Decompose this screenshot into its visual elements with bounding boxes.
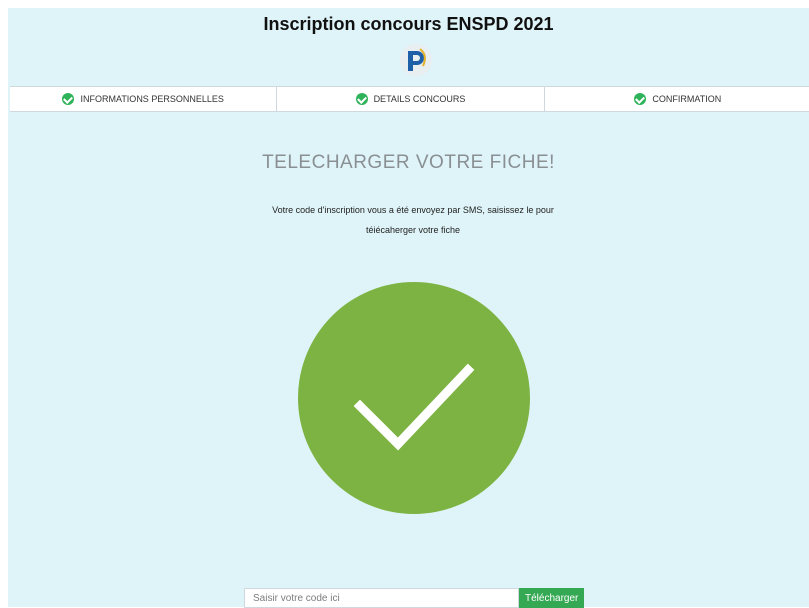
step-confirmation[interactable]: CONFIRMATION [543, 87, 809, 111]
instruction-line-1: Votre code d'inscription vous a été envo… [272, 205, 554, 215]
instruction-message: Votre code d'inscription vous a été envo… [248, 200, 578, 240]
step-label: CONFIRMATION [652, 94, 722, 104]
download-button[interactable]: Télécharger [519, 588, 584, 608]
step-details-concours[interactable]: DETAILS CONCOURS [276, 87, 543, 111]
instruction-line-2: téiécaherger votre fiche [365, 225, 461, 235]
step-label: DETAILS CONCOURS [373, 94, 466, 104]
enspd-logo-icon [400, 44, 432, 76]
progress-steps: INFORMATIONS PERSONNELLES DETAILS CONCOU… [10, 86, 809, 112]
check-circle-icon [355, 93, 368, 105]
download-heading: TELECHARGER VOTRE FICHE! [262, 152, 555, 173]
page-title: Inscription concours ENSPD 2021 [263, 14, 554, 34]
page-frame: Inscription concours ENSPD 2021 INFORMAT… [8, 8, 809, 608]
check-circle-icon [634, 93, 647, 105]
code-input[interactable] [244, 588, 519, 608]
step-informations-personnelles[interactable]: INFORMATIONS PERSONNELLES [10, 87, 276, 111]
large-check-icon [298, 282, 530, 514]
check-circle-icon [62, 93, 75, 105]
step-label: INFORMATIONS PERSONNELLES [80, 94, 224, 104]
